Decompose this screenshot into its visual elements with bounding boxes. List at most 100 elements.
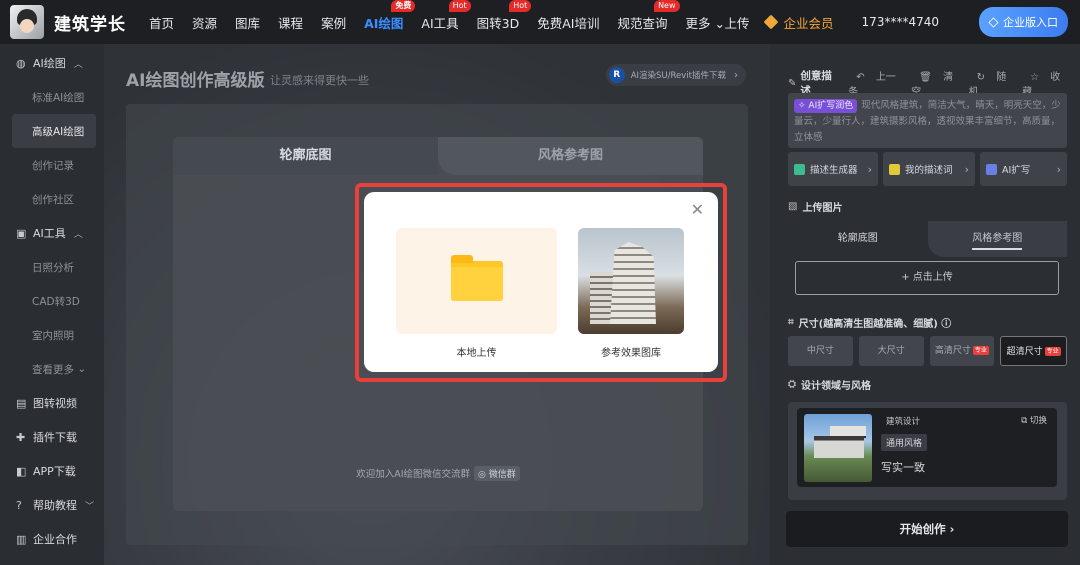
nav-item-cases[interactable]: 案例 (321, 13, 346, 32)
design-domain-label: 建筑设计 (886, 417, 921, 427)
sidebar-item-more[interactable]: 查看更多 ⌄ (0, 352, 104, 386)
sidebar-item-app[interactable]: ◧ APP下载 (0, 454, 104, 488)
star-icon: ☆ (1030, 72, 1040, 83)
nav-item-free-training[interactable]: 免费AI培训 (537, 13, 599, 32)
my-prompts-button[interactable]: 我的描述词 › (883, 152, 975, 186)
top-right-area: 上传 企业会员 173****4740 企业版入口 (725, 0, 1068, 44)
style-card[interactable]: 建筑设计 ⧉ 切换 通用风格 写实一致 (797, 408, 1057, 487)
nav-badge-hot: Hot (448, 0, 471, 12)
ai-expand-button[interactable]: AI扩写 › (980, 152, 1067, 186)
chevron-right-icon: › (734, 69, 738, 81)
sidebar-item-sunlight[interactable]: 日照分析 (0, 250, 104, 284)
reference-gallery-option[interactable] (578, 228, 684, 334)
click-upload-button[interactable]: + 点击上传 (795, 261, 1059, 295)
nav-item-courses[interactable]: 课程 (278, 13, 303, 32)
upload-source-modal: ✕ 本地上传 参考效果图库 (364, 192, 718, 372)
right-settings-panel: ✎创意描述 ↶ 上一条 🗑 清空 ↻ 随机 ☆ 收藏 ✧ AI扩写润色现代风格建… (770, 44, 1080, 565)
sidebar-item-cooperation[interactable]: ▥ 企业合作 (0, 522, 104, 556)
local-upload-option[interactable] (396, 228, 557, 334)
chevron-up-icon: ︿ (73, 59, 83, 70)
style-tag: 通用风格 (881, 434, 928, 451)
layers-icon: ⛭ (788, 379, 796, 390)
sidebar-item-history[interactable]: 创作记录 (0, 148, 104, 182)
domain-section-title: ⛭ 设计领域与风格 (788, 379, 871, 392)
sidebar-item-video[interactable]: ▤ 图转视频 (0, 386, 104, 420)
trash-icon: 🗑 (919, 72, 932, 83)
nav-badge-free: 免费 (391, 0, 416, 12)
upload-link[interactable]: 上传 (725, 13, 750, 32)
sidebar-item-advanced-ai[interactable]: 高级AI绘图 (12, 114, 96, 148)
nav-item-ai-drawing[interactable]: AI绘图 免费 (364, 0, 416, 32)
image-icon: ▧ (788, 201, 798, 212)
style-name: 写实一致 (881, 461, 925, 474)
nav-item-ai-tools[interactable]: AI工具 Hot (421, 0, 471, 32)
top-navbar: 建筑学长 首页 资源 图库 课程 案例 AI绘图 免费 AI工具 Hot 图转3D H… (0, 0, 1080, 44)
video-icon: ▤ (16, 396, 27, 410)
sidebar-group-ai-tools[interactable]: ▣ AI工具 ︿ (0, 216, 104, 250)
chevron-down-icon: ⌄ (77, 363, 87, 375)
nav-badge-hot: Hot (509, 0, 532, 12)
pen-icon: ✎ (788, 77, 797, 89)
upload-tabs: 轮廓底图 风格参考图 (788, 221, 1067, 257)
crown-icon (889, 163, 900, 175)
size-medium[interactable]: 中尺寸 (788, 336, 853, 366)
nav-item-resources[interactable]: 资源 (192, 13, 217, 32)
close-icon[interactable]: ✕ (691, 202, 704, 218)
refresh-icon: ↻ (976, 72, 986, 83)
sidebar-item-cad-3d[interactable]: CAD转3D (0, 284, 104, 318)
sidebar-item-lighting[interactable]: 室内照明 (0, 318, 104, 352)
ai-icon (986, 163, 997, 175)
wechat-group-button[interactable]: ◎ 微信群 (474, 466, 520, 481)
puzzle-icon: ✚ (16, 430, 26, 444)
switch-style-button[interactable]: ⧉ 切换 (1021, 414, 1047, 426)
nav-item-img-to-3d[interactable]: 图转3D Hot (477, 0, 532, 32)
sidebar-item-plugin[interactable]: ✚ 插件下载 (0, 420, 104, 454)
sidebar-item-community[interactable]: 创作社区 (0, 182, 104, 216)
prompt-textarea[interactable]: ✧ AI扩写润色 现代风格建筑，简洁大气，晴天，明亮天空，少量云，少量行人，建筑摄… (788, 93, 1067, 148)
switch-icon: ⧉ (1021, 416, 1028, 426)
upload-tab-outline[interactable]: 轮廓底图 (788, 221, 928, 257)
folder-icon (451, 255, 503, 301)
size-hd[interactable]: 高清尺寸 专业 (929, 336, 995, 366)
undo-icon: ↶ (856, 72, 865, 83)
pro-badge: 专业 (972, 346, 989, 355)
prompt-generator-button[interactable]: 描述生成器 › (788, 152, 878, 186)
start-create-button[interactable]: 开始创作 › (786, 511, 1068, 547)
page-subtitle: 让灵感来得更快一些 (270, 74, 369, 87)
nav-item-gallery[interactable]: 图库 (235, 13, 260, 32)
logo[interactable]: 建筑学长 (10, 5, 126, 39)
main-nav: 首页 资源 图库 课程 案例 AI绘图 免费 AI工具 Hot 图转3D Hot 免费… (140, 0, 734, 44)
info-icon[interactable]: ⓘ (941, 315, 951, 330)
chevron-right-icon: › (964, 162, 969, 176)
cube-icon (794, 163, 805, 175)
chevron-up-icon: ︿ (73, 229, 83, 240)
upload-tab-style[interactable]: 风格参考图 (927, 221, 1067, 257)
size-ultra-hd[interactable]: 超清尺寸 专业 (1000, 336, 1067, 366)
ai-polish-chip[interactable]: ✧ AI扩写润色 (794, 99, 858, 113)
nav-item-more[interactable]: 更多 ⌄ (686, 13, 725, 32)
plugin-download-link[interactable]: R AI渲染SU/Revit插件下载 › (605, 64, 746, 86)
page-title: AI绘图创作高级版 (126, 71, 265, 91)
tab-outline-image[interactable]: 轮廓底图 (173, 137, 438, 175)
sidebar-item-standard-ai[interactable]: 标准AI绘图 (0, 80, 104, 114)
sidebar-item-help[interactable]: ? 帮助教程 ﹀ (0, 488, 104, 522)
reference-gallery-label[interactable]: 参考效果图库 (578, 344, 684, 359)
chevron-right-icon: › (867, 162, 872, 176)
nav-item-home[interactable]: 首页 (149, 13, 174, 32)
wechat-group-line: 欢迎加入AI绘图微信交流群 ◎ 微信群 (173, 466, 703, 481)
left-sidebar: ◍ AI绘图 ︿ 标准AI绘图 高级AI绘图 创作记录 创作社区 ▣ AI工具 ︿ 日照… (0, 44, 104, 565)
tab-style-reference[interactable]: 风格参考图 (438, 137, 703, 175)
style-thumbnail (804, 414, 872, 482)
sidebar-group-ai-drawing[interactable]: ◍ AI绘图 ︿ (0, 46, 104, 80)
enterprise-entry-button[interactable]: 企业版入口 (979, 7, 1068, 37)
nav-badge-new: New (654, 0, 680, 12)
size-large[interactable]: 大尺寸 (858, 336, 924, 366)
vip-crown-icon (763, 14, 778, 30)
local-upload-label[interactable]: 本地上传 (396, 344, 557, 359)
nav-item-code-search[interactable]: 规范查询 New (618, 0, 680, 32)
building-icon: ▥ (16, 532, 27, 546)
user-phone[interactable]: 173****4740 (862, 15, 939, 29)
enterprise-vip[interactable]: 企业会员 (763, 13, 834, 32)
revit-logo-icon: R (608, 67, 625, 83)
app-icon: ◧ (16, 464, 27, 478)
